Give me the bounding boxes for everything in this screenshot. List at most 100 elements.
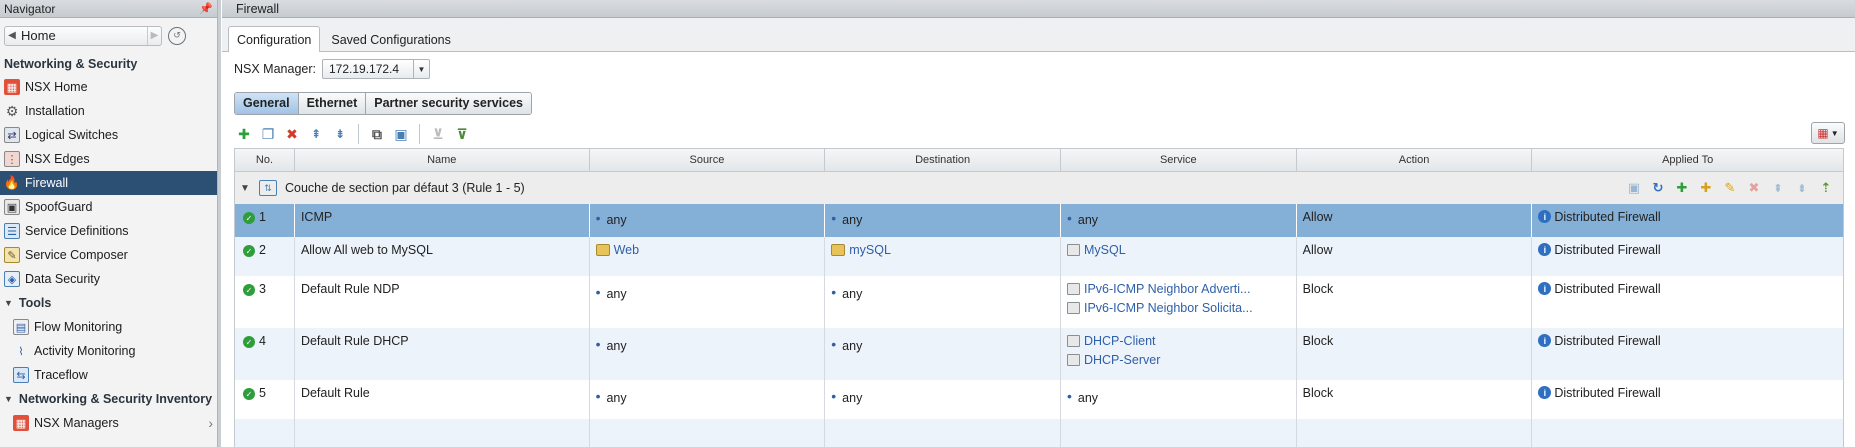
nav-item-installation[interactable]: ⚙ Installation: [0, 99, 217, 123]
segment-ethernet[interactable]: Ethernet: [298, 92, 367, 114]
security-group-icon: [831, 244, 846, 256]
rule-number: 3: [259, 282, 266, 296]
nav-item-spoofguard[interactable]: ▣ SpoofGuard: [0, 195, 217, 219]
table-row[interactable]: ✓ 4 Default Rule DHCP • any • any DHCP-C…: [234, 328, 1844, 380]
back-arrow-icon[interactable]: ◀: [5, 30, 19, 41]
tabs-bar: Configuration Saved Configurations: [222, 18, 1855, 52]
nav-item-nsx-edges[interactable]: ⋮ NSX Edges: [0, 147, 217, 171]
nav-item-service-composer[interactable]: ✎ Service Composer: [0, 243, 217, 267]
expand-triangle-icon[interactable]: ▼: [4, 298, 13, 308]
column-header-action[interactable]: Action: [1297, 149, 1533, 171]
rules-toolbar: ✚ ❐ ✖ ⇞ ⇟ ⧉ ▣ ⊻ ⊽ ▦ ▼: [222, 120, 1855, 148]
merge-icon[interactable]: ⇡: [1817, 179, 1835, 197]
nav-item-nsx-managers[interactable]: ▦ NSX Managers ›: [0, 411, 217, 435]
table-row[interactable]: ✓ 5 Default Rule • any • any • any Block: [234, 380, 1844, 419]
nav-item-logical-switches[interactable]: ⇄ Logical Switches: [0, 123, 217, 147]
home-breadcrumb[interactable]: ◀ Home ▶: [4, 25, 162, 46]
column-chooser-button[interactable]: ▦ ▼: [1811, 122, 1845, 144]
nav-item-firewall[interactable]: 🔥 Firewall: [0, 171, 217, 195]
copy-rule-icon[interactable]: ❐: [258, 124, 278, 144]
rule-action[interactable]: Block: [1297, 328, 1533, 380]
chevron-down-icon[interactable]: ▼: [412, 60, 429, 78]
security-group-object[interactable]: mySQL: [831, 243, 1054, 257]
enabled-check-icon[interactable]: ✓: [243, 212, 255, 224]
pin-icon[interactable]: 📌: [199, 2, 213, 15]
nav-item-activity-monitoring[interactable]: ⌇ Activity Monitoring: [0, 339, 217, 363]
history-icon[interactable]: ↺: [168, 26, 186, 45]
nav-item-flow-monitoring[interactable]: ▤ Flow Monitoring: [0, 315, 217, 339]
navigator-title: Navigator: [4, 1, 56, 16]
clear-filter-icon[interactable]: ⊻: [428, 124, 448, 144]
filter-icon[interactable]: ⊽: [452, 124, 472, 144]
move-down-icon[interactable]: ⇟: [330, 124, 350, 144]
save-icon[interactable]: ▣: [1625, 179, 1643, 197]
any-icon: •: [595, 388, 601, 404]
rule-name[interactable]: Default Rule: [295, 380, 590, 419]
section-title: Couche de section par défaut 3 (Rule 1 -…: [285, 181, 525, 195]
add-section-icon[interactable]: ✚: [1697, 179, 1715, 197]
column-header-applied-to[interactable]: Applied To: [1532, 149, 1843, 171]
section-actions: ▣ ↻ ✚ ✚ ✎ ✖ ⇞ ⇟ ⇡: [1625, 179, 1835, 197]
nsx-manager-select[interactable]: 172.19.172.4 ▼: [321, 59, 430, 79]
table-row[interactable]: ✓ 2 Allow All web to MySQL Web mySQL MyS…: [234, 237, 1844, 276]
forward-arrow-icon[interactable]: ▶: [147, 26, 161, 45]
toolbar-divider: [358, 124, 359, 144]
nav-item-data-security[interactable]: ◈ Data Security: [0, 267, 217, 291]
rule-name[interactable]: Allow All web to MySQL: [295, 237, 590, 276]
column-header-name[interactable]: Name: [295, 149, 590, 171]
rule-action[interactable]: Block: [1297, 276, 1533, 328]
service-object[interactable]: DHCP-Client: [1066, 334, 1290, 348]
column-header-service[interactable]: Service: [1061, 149, 1297, 171]
service-icon: [1066, 283, 1080, 295]
edit-icon[interactable]: ✎: [1721, 179, 1739, 197]
service-object[interactable]: MySQL: [1066, 243, 1290, 257]
add-rule-icon[interactable]: ✚: [1673, 179, 1691, 197]
nav-item-service-definitions[interactable]: ☰ Service Definitions: [0, 219, 217, 243]
add-section-icon[interactable]: ⧉: [367, 124, 387, 144]
delete-icon[interactable]: ✖: [1745, 179, 1763, 197]
collapse-triangle-icon[interactable]: ▼: [235, 183, 255, 194]
save-section-icon[interactable]: ▣: [391, 124, 411, 144]
column-header-destination[interactable]: Destination: [825, 149, 1061, 171]
service-object[interactable]: DHCP-Server: [1066, 353, 1290, 367]
add-rule-icon[interactable]: ✚: [234, 124, 254, 144]
table-row[interactable]: ✓ 1 ICMP • any • any • any Allow i Distr…: [234, 204, 1844, 237]
rule-destination: any: [842, 213, 863, 227]
enabled-check-icon[interactable]: ✓: [243, 245, 255, 257]
service-object[interactable]: IPv6-ICMP Neighbor Adverti...: [1066, 282, 1290, 296]
inventory-group[interactable]: ▼ Networking & Security Inventory: [0, 387, 217, 411]
enabled-check-icon[interactable]: ✓: [243, 284, 255, 296]
column-header-source[interactable]: Source: [590, 149, 826, 171]
move-up-icon[interactable]: ⇞: [306, 124, 326, 144]
rule-source: any: [606, 287, 627, 301]
rule-name[interactable]: Default Rule DHCP: [295, 328, 590, 380]
rule-action[interactable]: Allow: [1297, 204, 1533, 237]
move-down-icon[interactable]: ⇟: [1793, 179, 1811, 197]
table-row[interactable]: ✓ 3 Default Rule NDP • any • any IPv6-IC…: [234, 276, 1844, 328]
enabled-check-icon[interactable]: ✓: [243, 336, 255, 348]
rule-service: MySQL: [1083, 243, 1126, 257]
rule-name[interactable]: Default Rule NDP: [295, 276, 590, 328]
segment-partner-security-services[interactable]: Partner security services: [366, 92, 531, 114]
tools-group[interactable]: ▼ Tools: [0, 291, 217, 315]
refresh-icon[interactable]: ↻: [1649, 179, 1667, 197]
nav-item-traceflow[interactable]: ⇆ Traceflow: [0, 363, 217, 387]
panel-splitter[interactable]: [217, 0, 221, 447]
rule-destination: mySQL: [849, 243, 891, 257]
tab-configuration[interactable]: Configuration: [228, 26, 321, 52]
delete-rule-icon[interactable]: ✖: [282, 124, 302, 144]
tab-saved-configurations[interactable]: Saved Configurations: [322, 27, 460, 51]
chevron-right-icon[interactable]: ›: [208, 415, 213, 431]
section-row[interactable]: ▼ ⇅ Couche de section par défaut 3 (Rule…: [234, 172, 1844, 204]
expand-triangle-icon[interactable]: ▼: [4, 394, 13, 404]
rule-action[interactable]: Allow: [1297, 237, 1533, 276]
column-header-no[interactable]: No.: [235, 149, 295, 171]
segment-general[interactable]: General: [235, 92, 299, 114]
enabled-check-icon[interactable]: ✓: [243, 388, 255, 400]
rule-action[interactable]: Block: [1297, 380, 1533, 419]
service-object[interactable]: IPv6-ICMP Neighbor Solicita...: [1066, 301, 1290, 315]
security-group-object[interactable]: Web: [595, 243, 819, 257]
move-up-icon[interactable]: ⇞: [1769, 179, 1787, 197]
rule-name[interactable]: ICMP: [295, 204, 590, 237]
nav-item-nsx-home[interactable]: ▦ NSX Home: [0, 75, 217, 99]
